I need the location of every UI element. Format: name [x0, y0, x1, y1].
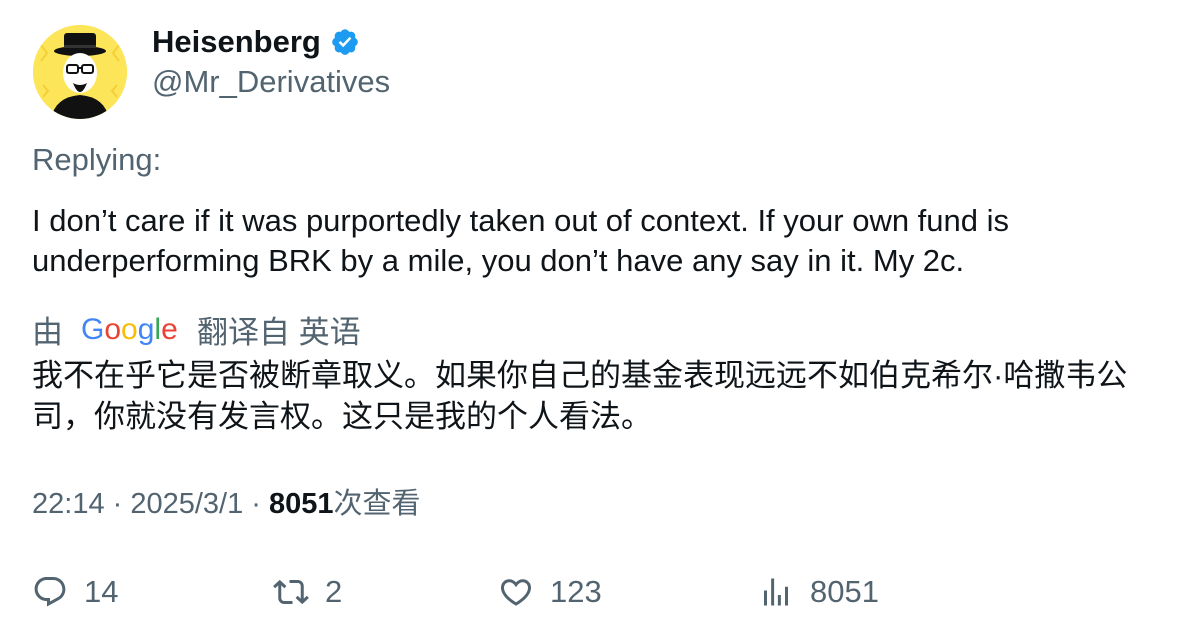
translated-text: 我不在乎它是否被断章取义。如果你自己的基金表现远远不如伯克希尔·哈撒韦公司，你就… [32, 358, 1128, 434]
tweet-date[interactable]: 2025/3/1 [130, 488, 243, 520]
author-name-row[interactable]: Heisenberg [152, 22, 360, 62]
analytics-icon [764, 578, 788, 606]
views-count: 8051 [269, 488, 334, 520]
verified-badge-icon [332, 29, 358, 55]
like-count: 123 [550, 574, 602, 609]
meta-separator: · [243, 488, 270, 520]
retweet-icon [273, 579, 309, 605]
meta-separator: · [104, 488, 131, 520]
tweet-time[interactable]: 22:14 [32, 488, 105, 520]
retweet-count: 2 [325, 574, 343, 609]
author-display-name[interactable]: Heisenberg [152, 22, 321, 62]
avatar[interactable] [33, 25, 127, 119]
views-label: 次查看 [333, 488, 421, 520]
like-button[interactable]: 123 [498, 570, 602, 614]
google-logo-icon: Google [81, 313, 178, 346]
svg-text:Google: Google [81, 313, 178, 346]
author-handle[interactable]: @Mr_Derivatives [152, 62, 390, 102]
replying-label: Replying: [32, 142, 162, 177]
translation-suffix: 翻译自 英语 [197, 314, 361, 350]
views-action-count: 8051 [810, 574, 879, 609]
reply-button[interactable]: 14 [32, 570, 118, 614]
retweet-button[interactable]: 2 [273, 570, 342, 614]
tweet-text: I don’t care if it was purportedly taken… [32, 203, 1010, 278]
heisenberg-avatar-icon [33, 25, 127, 119]
translation-prefix: 由 [32, 314, 63, 350]
reply-count: 14 [84, 574, 119, 609]
reply-icon [34, 577, 66, 607]
translation-attribution[interactable]: 由 Google 翻译自 英语 [32, 307, 361, 351]
tweet-meta: 22:14 · 2025/3/1 · 8051次查看 [32, 484, 421, 524]
heart-icon [500, 579, 532, 606]
views-button[interactable]: 8051 [758, 570, 879, 614]
